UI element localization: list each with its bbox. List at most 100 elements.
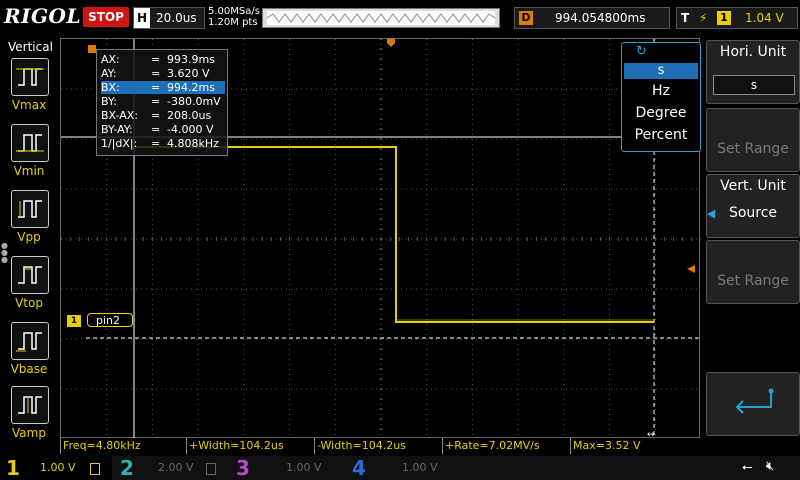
- trigger-box[interactable]: T ⚡︎ 1 1.04 V: [676, 7, 798, 29]
- sample-rate: 5.00MSa/s: [208, 6, 260, 17]
- vmin-measure-icon[interactable]: [11, 124, 49, 162]
- hori-unit-button[interactable]: Hori. Unit s: [706, 40, 800, 104]
- readout-equals: =: [151, 67, 161, 80]
- readout-equals: =: [151, 109, 161, 122]
- channel-1-tab[interactable]: 1 1.00 V: [0, 456, 112, 480]
- cursor-readout-row: BX-AX: = 208.0us: [101, 109, 225, 122]
- vbase-measure-icon[interactable]: [11, 322, 49, 360]
- vpp-label: Vpp: [17, 230, 41, 244]
- measurement-results-bar: Freq=4.80kHz +Width=104.2us -Width=104.2…: [60, 438, 700, 454]
- cursor-readout-row: BX: = 994.2ms: [101, 81, 225, 94]
- unit-option-hz[interactable]: Hz: [622, 83, 700, 99]
- delay-label: D: [519, 11, 533, 25]
- set-range-label-2: Set Range: [717, 273, 789, 289]
- channel-3-number: 3: [236, 456, 250, 480]
- set-range-button-2[interactable]: Set Range: [706, 240, 800, 304]
- channel-4-number: 4: [352, 456, 366, 480]
- usb-icon: ⭠: [742, 460, 753, 475]
- memory-wave-preview: [266, 13, 496, 23]
- readout-equals: =: [151, 137, 161, 150]
- vertical-measure-menu: Vertical Vmax Vmin Vpp Vtop Vbase Vamp ●…: [0, 38, 58, 440]
- meas-pos-rate[interactable]: +Rate=7.02MV/s: [442, 438, 570, 454]
- trigger-level: 1.04 V: [745, 11, 784, 25]
- meas-neg-width[interactable]: -Width=104.2us: [314, 438, 442, 454]
- unit-option-degree[interactable]: Degree: [622, 105, 700, 121]
- back-button[interactable]: [706, 372, 800, 436]
- cursor-unit-menu: Hori. Unit s Set Range Vert. Unit ◀ Sour…: [702, 38, 800, 438]
- cursor-readout-row: BY: = -380.0mV: [101, 95, 225, 108]
- vmin-label: Vmin: [13, 164, 45, 178]
- vamp-label: Vamp: [12, 426, 46, 440]
- channel-status-bar: 1 1.00 V 2 2.00 V 3 1.00 V 4 1.00 V ⭠ 🔇︎: [0, 456, 800, 480]
- hori-unit-title: Hori. Unit: [719, 44, 787, 60]
- cursor-readout-row: AY: = 3.620 V: [101, 67, 225, 80]
- channel-1-scale: 1.00 V: [40, 461, 76, 474]
- page-indicator-dots: ● ● ●: [1, 241, 8, 264]
- readout-key: AY:: [101, 67, 117, 80]
- vert-unit-button[interactable]: Vert. Unit ◀ Source: [706, 174, 800, 238]
- vbase-label: Vbase: [10, 362, 48, 376]
- run-stop-indicator[interactable]: STOP: [83, 7, 129, 27]
- vmax-measure-icon[interactable]: [11, 58, 49, 96]
- memory-overview-strip[interactable]: [262, 8, 500, 28]
- channel-4-tab[interactable]: 4 1.00 V: [346, 456, 458, 480]
- hori-unit-value: s: [713, 75, 795, 95]
- vpp-measure-icon[interactable]: [11, 190, 49, 228]
- readout-key: BY:: [101, 95, 117, 108]
- channel-3-tab[interactable]: 3 1.00 V: [230, 456, 342, 480]
- speaker-muted-icon: 🔇︎: [766, 459, 775, 474]
- trigger-level-marker: [687, 265, 695, 273]
- coupling-icon: [206, 463, 216, 475]
- vtop-label: Vtop: [15, 296, 43, 310]
- set-range-button-1[interactable]: Set Range: [706, 108, 800, 172]
- channel-label[interactable]: pin2: [87, 313, 133, 327]
- vamp-measure-icon[interactable]: [11, 386, 49, 424]
- cursor-readout-panel: AX: = 993.9ms AY: = 3.620 V BX: = 994.2ms BY: = -38…: [96, 49, 228, 156]
- channel-2-scale: 2.00 V: [158, 461, 194, 474]
- return-arrow-icon: [735, 388, 774, 414]
- readout-equals: =: [151, 123, 161, 136]
- readout-value: 208.0us: [167, 109, 212, 122]
- cursor-readout-row: AX: = 993.9ms: [101, 53, 225, 66]
- unit-popup[interactable]: ↻ s Hz Degree Percent: [621, 42, 701, 152]
- knob-icon: ↻: [636, 44, 647, 59]
- readout-value: 3.620 V: [167, 67, 210, 80]
- readout-value: 993.9ms: [167, 53, 215, 66]
- readout-key: AX:: [101, 53, 120, 66]
- vtop-measure-icon[interactable]: [11, 256, 49, 294]
- menu-title: Vertical: [8, 40, 53, 54]
- horizontal-scale-box[interactable]: H 20.0us: [133, 7, 205, 29]
- readout-key: 1/|dX|:: [101, 137, 138, 150]
- readout-equals: =: [151, 95, 161, 108]
- cursor-readout-row: 1/|dX|: = 4.808kHz: [101, 137, 225, 150]
- left-orange-marker: [88, 45, 96, 53]
- channel-1-number: 1: [6, 456, 20, 480]
- horizontal-label: H: [134, 8, 150, 28]
- readout-value: 994.2ms: [167, 81, 215, 94]
- channel-4-scale: 1.00 V: [402, 461, 438, 474]
- readout-value: 4.808kHz: [167, 137, 219, 150]
- readout-equals: =: [151, 53, 161, 66]
- meas-freq[interactable]: Freq=4.80kHz: [60, 438, 186, 454]
- coupling-icon: [90, 463, 100, 475]
- meas-pos-width[interactable]: +Width=104.2us: [186, 438, 314, 454]
- readout-equals: =: [151, 81, 161, 94]
- acquisition-info: 5.00MSa/s 1.20M pts: [208, 6, 260, 28]
- ch1-marker[interactable]: 1: [67, 315, 81, 327]
- channel-2-number: 2: [120, 456, 134, 480]
- memory-depth: 1.20M pts: [208, 17, 258, 28]
- unit-option-s[interactable]: s: [624, 63, 698, 79]
- set-range-label-1: Set Range: [717, 141, 789, 157]
- delay-box[interactable]: D 994.054800ms: [514, 7, 670, 29]
- unit-option-percent[interactable]: Percent: [622, 127, 700, 143]
- trigger-label: T: [681, 11, 690, 25]
- meas-max[interactable]: Max=3.52 V: [570, 438, 700, 454]
- channel-2-tab[interactable]: 2 2.00 V: [114, 456, 226, 480]
- readout-value: -380.0mV: [167, 95, 221, 108]
- horizontal-scale-value: 20.0us: [156, 11, 197, 25]
- readout-key: BY-AY:: [101, 123, 133, 136]
- top-status-bar: RIGOL STOP H 20.0us 5.00MSa/s 1.20M pts …: [0, 0, 800, 36]
- brand-logo: RIGOL: [4, 4, 82, 28]
- rising-edge-icon: ⚡︎: [699, 11, 708, 25]
- vert-unit-title: Vert. Unit: [720, 178, 786, 194]
